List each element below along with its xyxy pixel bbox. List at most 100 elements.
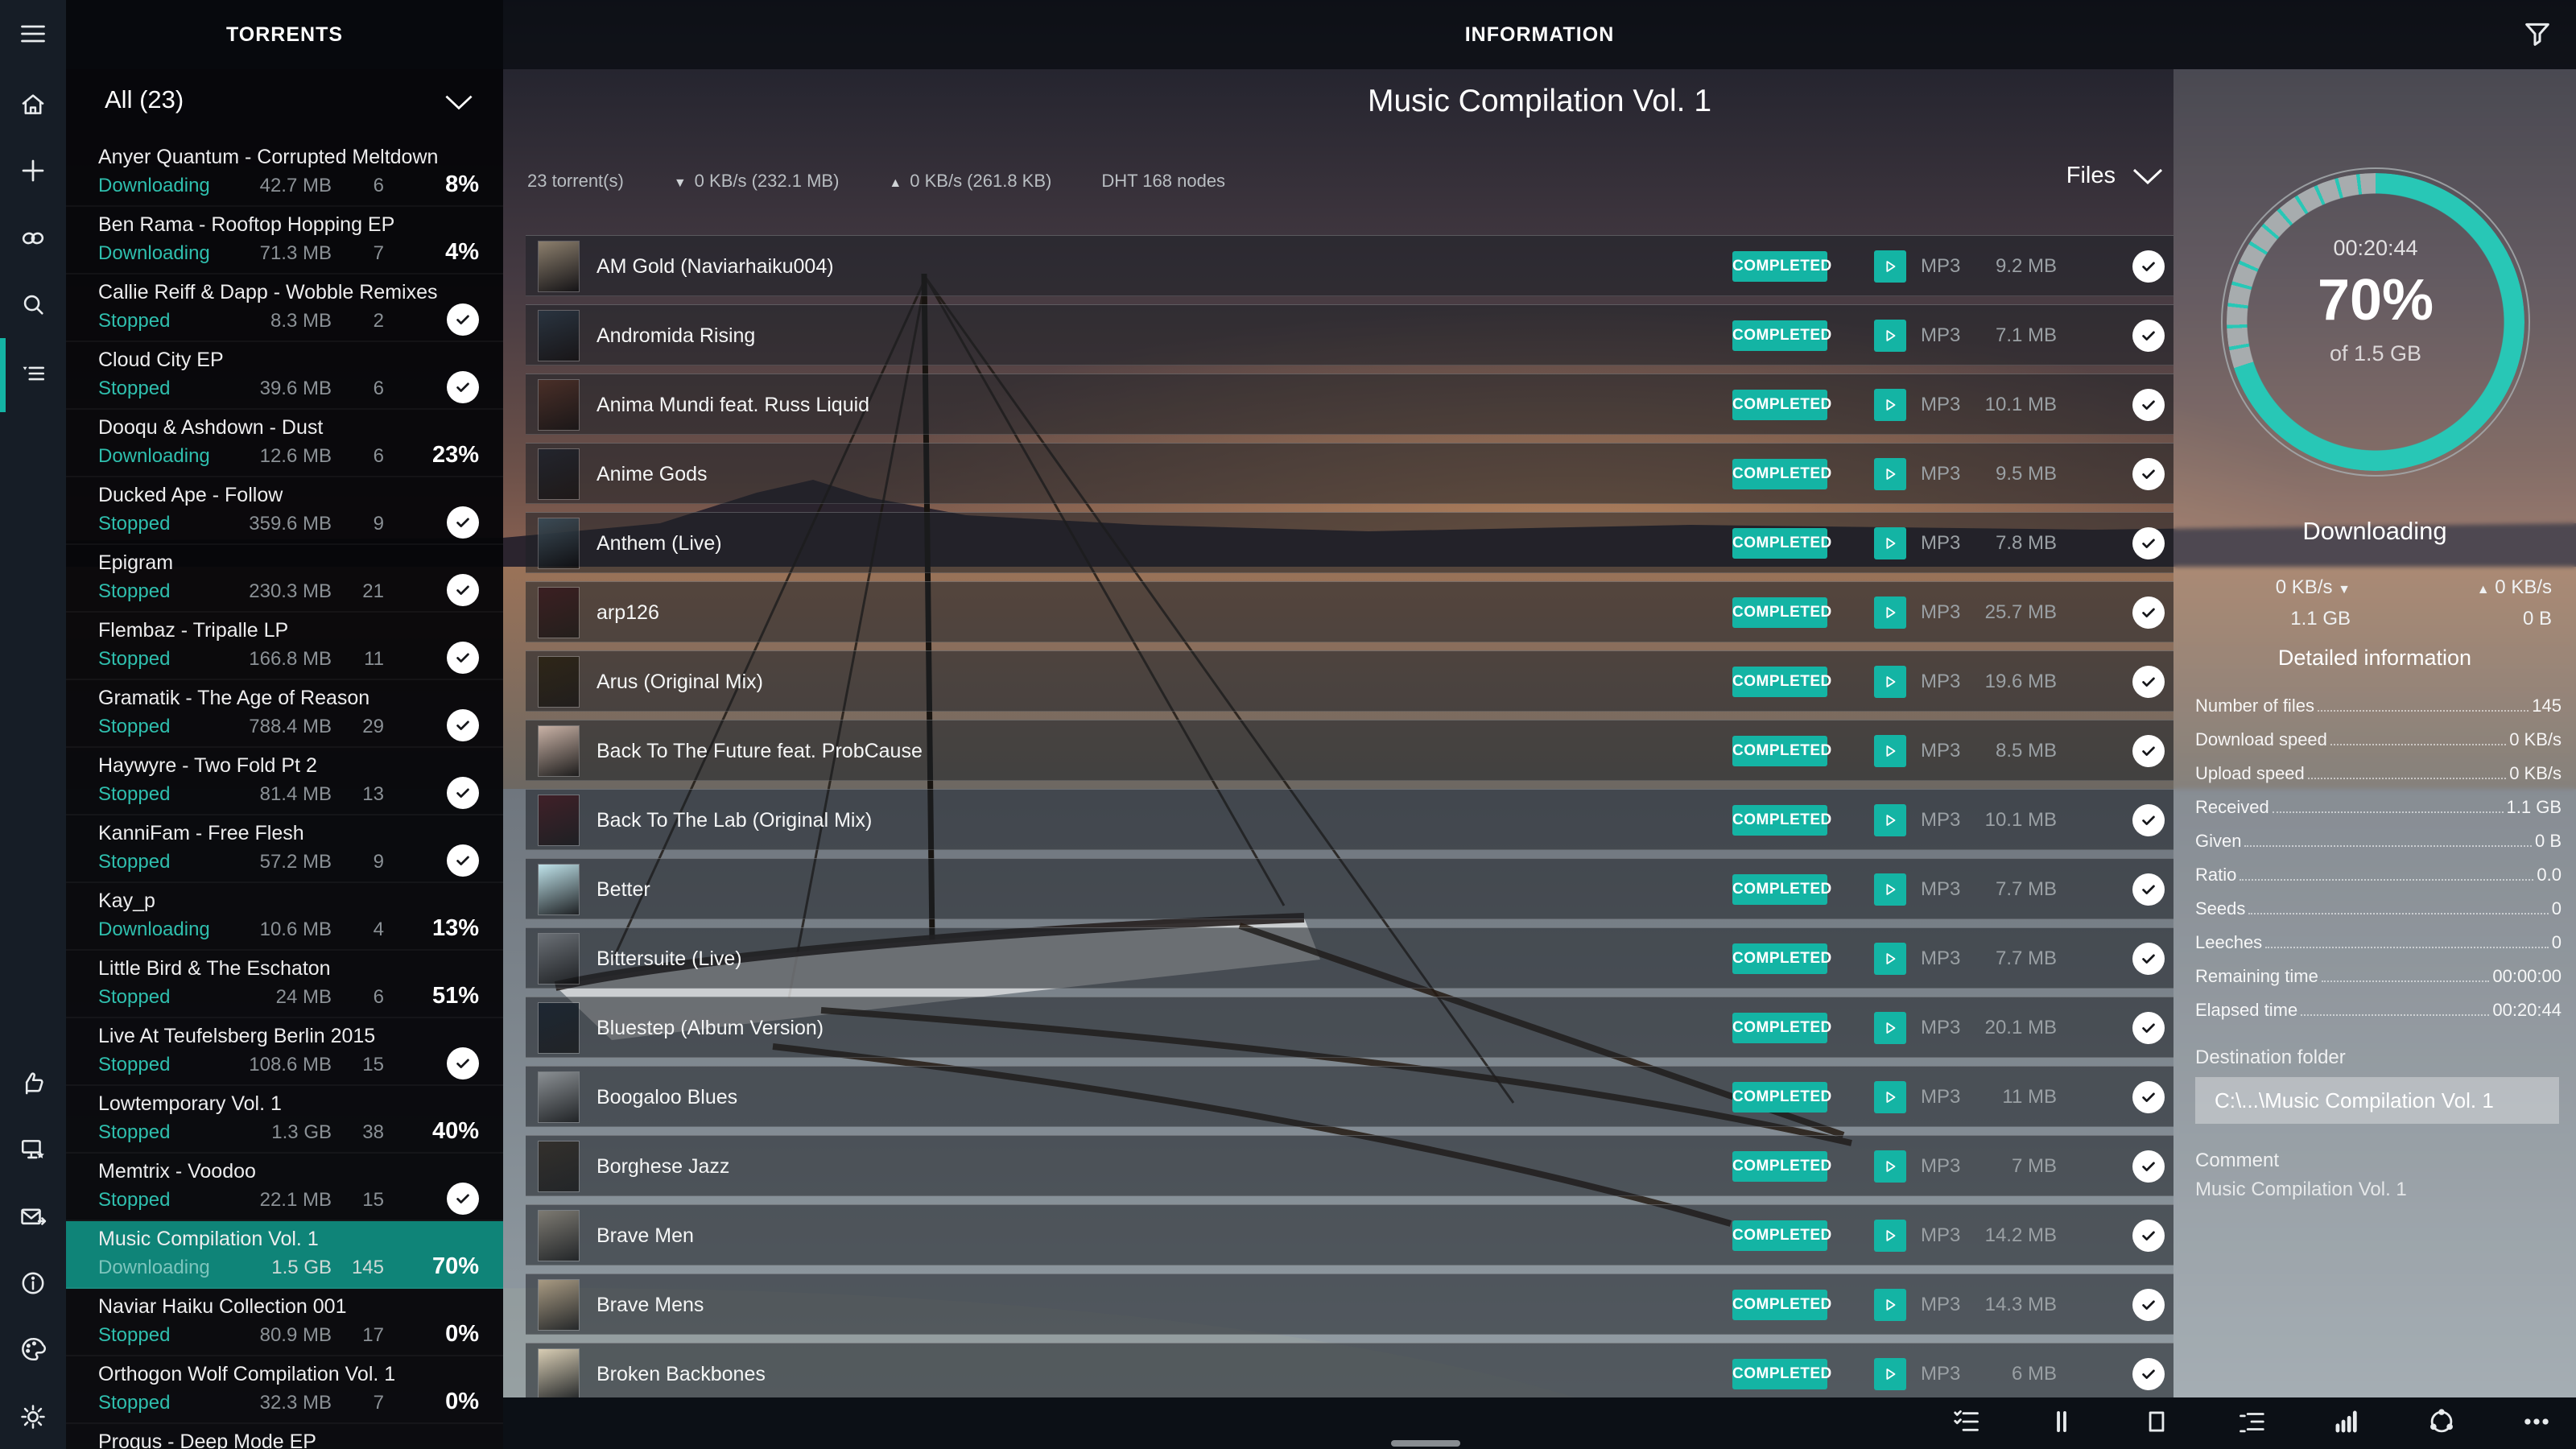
file-row[interactable]: Brave Mens COMPLETED MP3 14.3 MB	[526, 1274, 2174, 1335]
more-button[interactable]	[2521, 1408, 2552, 1439]
torrent-list-item[interactable]: Dooqu & Ashdown - Dust Downloading 12.6 M…	[66, 410, 503, 477]
torrent-list-item[interactable]: Callie Reiff & Dapp - Wobble Remixes Stop…	[66, 275, 503, 342]
file-row[interactable]: Better COMPLETED MP3 7.7 MB	[526, 858, 2174, 919]
torrent-list-item[interactable]: Flembaz - Tripalle LP Stopped 166.8 MB 11	[66, 613, 503, 680]
file-selected-check-icon[interactable]	[2132, 943, 2165, 975]
play-button[interactable]	[1874, 597, 1906, 629]
torrent-list-item[interactable]: Lowtemporary Vol. 1 Stopped 1.3 GB 38 40%	[66, 1086, 503, 1154]
file-row[interactable]: Broken Backbones COMPLETED MP3 6 MB	[526, 1343, 2174, 1404]
file-row[interactable]: Anima Mundi feat. Russ Liquid COMPLETED …	[526, 374, 2174, 435]
torrent-list-item[interactable]: Haywyre - Two Fold Pt 2 Stopped 81.4 MB 1…	[66, 748, 503, 815]
file-selected-check-icon[interactable]	[2132, 250, 2165, 283]
torrent-list-item[interactable]: Music Compilation Vol. 1 Downloading 1.5 …	[66, 1221, 503, 1289]
torrent-list-item[interactable]: Progus - Deep Mode EP	[66, 1424, 503, 1449]
rail-torrents-button[interactable]	[0, 353, 66, 398]
file-selected-check-icon[interactable]	[2132, 804, 2165, 836]
file-selected-check-icon[interactable]	[2132, 735, 2165, 767]
file-selected-check-icon[interactable]	[2132, 320, 2165, 352]
file-row[interactable]: Back To The Lab (Original Mix) COMPLETED…	[526, 789, 2174, 850]
torrent-list-item[interactable]: Ben Rama - Rooftop Hopping EP Downloading…	[66, 207, 503, 275]
files-dropdown[interactable]: Files	[2066, 163, 2164, 189]
file-row[interactable]: Brave Men COMPLETED MP3 14.2 MB	[526, 1204, 2174, 1265]
nav-rail	[0, 0, 66, 1449]
stats-button[interactable]	[2331, 1408, 2362, 1439]
play-button[interactable]	[1874, 873, 1906, 906]
file-selected-check-icon[interactable]	[2132, 597, 2165, 629]
file-row[interactable]: Back To The Future feat. ProbCause COMPL…	[526, 720, 2174, 781]
file-selected-check-icon[interactable]	[2132, 1220, 2165, 1252]
torrent-list-item[interactable]: Gramatik - The Age of Reason Stopped 788.…	[66, 680, 503, 748]
play-button[interactable]	[1874, 1012, 1906, 1044]
rail-rate-app-button[interactable]	[0, 1063, 66, 1108]
torrent-list-item[interactable]: Ducked Ape - Follow Stopped 359.6 MB 9	[66, 477, 503, 545]
rail-about-button[interactable]	[0, 1262, 66, 1307]
rail-home-button[interactable]	[0, 84, 66, 129]
palette-icon	[19, 1335, 47, 1367]
torrent-list-item[interactable]: Live At Teufelsberg Berlin 2015 Stopped 1…	[66, 1018, 503, 1086]
torrent-list-item[interactable]: Little Bird & The Eschaton Stopped 24 MB …	[66, 951, 503, 1018]
file-row[interactable]: arp126 COMPLETED MP3 25.7 MB	[526, 581, 2174, 642]
play-button[interactable]	[1874, 943, 1906, 975]
rail-search-button[interactable]	[0, 283, 66, 328]
file-selected-check-icon[interactable]	[2132, 666, 2165, 698]
pause-button[interactable]	[2046, 1408, 2077, 1439]
scrollbar-thumb[interactable]	[1391, 1440, 1460, 1447]
play-button[interactable]	[1874, 1358, 1906, 1390]
file-selected-check-icon[interactable]	[2132, 389, 2165, 421]
rail-review-button[interactable]	[0, 1129, 66, 1174]
torrent-list-item[interactable]: Kay_p Downloading 10.6 MB 4 13%	[66, 883, 503, 951]
play-button[interactable]	[1874, 1150, 1906, 1183]
file-row[interactable]: Boogaloo Blues COMPLETED MP3 11 MB	[526, 1066, 2174, 1127]
home-icon	[19, 91, 47, 122]
file-selected-check-icon[interactable]	[2132, 1150, 2165, 1183]
file-selected-check-icon[interactable]	[2132, 527, 2165, 559]
play-button[interactable]	[1874, 666, 1906, 698]
file-row[interactable]: Bittersuite (Live) COMPLETED MP3 7.7 MB	[526, 927, 2174, 989]
file-row[interactable]: Andromida Rising COMPLETED MP3 7.1 MB	[526, 304, 2174, 365]
file-selected-check-icon[interactable]	[2132, 458, 2165, 490]
file-selected-check-icon[interactable]	[2132, 1081, 2165, 1113]
torrent-filter-dropdown[interactable]: All (23)	[66, 79, 503, 132]
play-button[interactable]	[1874, 1220, 1906, 1252]
rail-menu-icon[interactable]	[0, 13, 66, 58]
file-row[interactable]: Anime Gods COMPLETED MP3 9.5 MB	[526, 443, 2174, 504]
file-row[interactable]: Arus (Original Mix) COMPLETED MP3 19.6 M…	[526, 650, 2174, 712]
torrent-list-item[interactable]: KanniFam - Free Flesh Stopped 57.2 MB 9	[66, 815, 503, 883]
play-button[interactable]	[1874, 804, 1906, 836]
rail-settings-button[interactable]	[0, 1396, 66, 1441]
torrent-list-item[interactable]: Memtrix - Voodoo Stopped 22.1 MB 15	[66, 1154, 503, 1221]
file-selected-check-icon[interactable]	[2132, 1012, 2165, 1044]
file-selected-check-icon[interactable]	[2132, 873, 2165, 906]
filter-icon[interactable]	[2521, 18, 2555, 52]
torrent-list-item[interactable]: Orthogon Wolf Compilation Vol. 1 Stopped …	[66, 1356, 503, 1424]
detail-value: 1.1 GB	[2506, 797, 2562, 817]
file-row[interactable]: Bluestep (Album Version) COMPLETED MP3 2…	[526, 997, 2174, 1058]
rail-theme-button[interactable]	[0, 1328, 66, 1373]
torrent-list-item[interactable]: Anyer Quantum - Corrupted Meltdown Downlo…	[66, 139, 503, 207]
file-row[interactable]: Borghese Jazz COMPLETED MP3 7 MB	[526, 1135, 2174, 1196]
file-selected-check-icon[interactable]	[2132, 1289, 2165, 1321]
play-button[interactable]	[1874, 735, 1906, 767]
play-button[interactable]	[1874, 250, 1906, 283]
torrent-list-item[interactable]: Naviar Haiku Collection 001 Stopped 80.9 …	[66, 1289, 503, 1356]
play-button[interactable]	[1874, 458, 1906, 490]
play-button[interactable]	[1874, 1289, 1906, 1321]
share-button[interactable]	[2426, 1408, 2457, 1439]
rail-add-link-button[interactable]	[0, 217, 66, 262]
play-button[interactable]	[1874, 527, 1906, 559]
play-button[interactable]	[1874, 320, 1906, 352]
file-row[interactable]: AM Gold (Naviarhaiku004) COMPLETED MP3 9…	[526, 235, 2174, 296]
select-list-button[interactable]	[1951, 1408, 1982, 1439]
stop-button[interactable]	[2141, 1408, 2172, 1439]
rail-add-torrent-button[interactable]	[0, 150, 66, 195]
torrent-list-item[interactable]: Epigram Stopped 230.3 MB 21	[66, 545, 503, 613]
play-button[interactable]	[1874, 389, 1906, 421]
torrent-list-item[interactable]: Cloud City EP Stopped 39.6 MB 6	[66, 342, 503, 410]
rail-feedback-button[interactable]	[0, 1196, 66, 1241]
status-badge: COMPLETED	[1732, 1082, 1831, 1113]
file-selected-check-icon[interactable]	[2132, 1358, 2165, 1390]
file-row[interactable]: Anthem (Live) COMPLETED MP3 7.8 MB	[526, 512, 2174, 573]
queue-button[interactable]	[2236, 1408, 2267, 1439]
destination-folder-field[interactable]: C:\...\Music Compilation Vol. 1	[2195, 1077, 2559, 1124]
play-button[interactable]	[1874, 1081, 1906, 1113]
